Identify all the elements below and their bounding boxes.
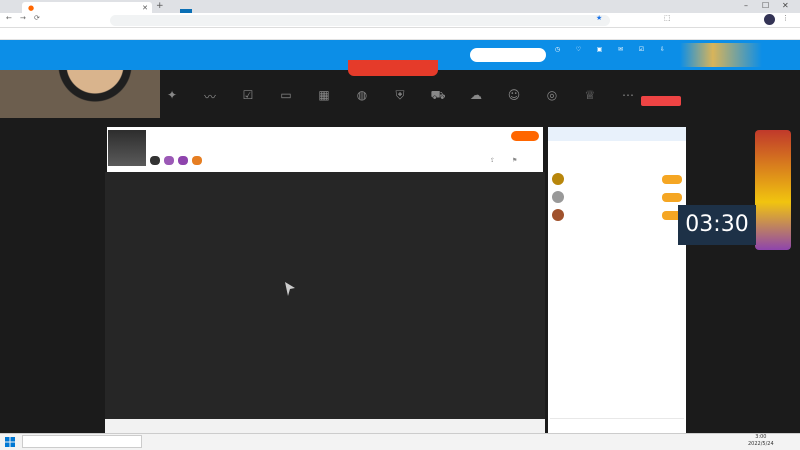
follow-icon[interactable]: ♡ [571,46,586,53]
chat-messages [552,236,682,240]
side-event-banner[interactable] [755,130,791,250]
rank-avatar [552,209,564,221]
rank-avatar [552,173,564,185]
func-item[interactable]: ▦ [312,88,336,122]
func-item[interactable]: ◍ [350,88,374,122]
func-item[interactable]: ⋯ [616,88,640,122]
rank-item[interactable] [552,170,682,188]
tag[interactable] [192,156,202,165]
bookmark-star-icon[interactable]: ★ [596,14,602,22]
message-icon[interactable]: ✉ [613,46,628,53]
func-item[interactable]: ✦ [160,88,184,122]
close-tab-icon[interactable]: ✕ [142,4,148,12]
rank-item[interactable] [552,188,682,206]
download-icon[interactable]: ⇩ [655,46,670,53]
new-tab-icon[interactable]: + [156,1,164,11]
nav-icon-group: ◷ ♡ ▣ ✉ ☑ ⇩ ✦ [550,46,691,53]
rank-badge [662,192,682,202]
loading-spinner-icon [285,282,295,296]
event-banner[interactable] [680,43,762,67]
func-item[interactable]: ☺ [502,88,526,122]
rank-list [552,170,682,224]
rank-badge [662,174,682,184]
rank-avatar [552,191,564,203]
search-input[interactable] [470,48,546,62]
taskbar-date: 2022/5/24 [748,441,774,447]
rank-item[interactable] [552,206,682,224]
timer-overlay: 03:30 [678,205,756,245]
reload-icon[interactable]: ⟳ [34,14,40,22]
windows-start-icon[interactable] [5,437,15,447]
taskbar-search-input[interactable] [22,435,142,448]
chat-header [548,127,686,141]
address-bar: ← → ⟳ ★ ⬚ ⋮ [0,13,800,28]
history-icon[interactable]: ◷ [550,46,565,53]
browser-tab[interactable]: ● ✕ [22,2,152,13]
close-window-icon[interactable]: ✕ [782,1,789,10]
bookmarks-bar [0,28,800,40]
function-row: ✦ 〰 ☑ ▭ ▦ ◍ ⛨ ⛟ ☁ ☺ ◎ ♕ ⋯ [160,88,640,122]
promo-banner[interactable] [348,60,438,76]
func-item[interactable]: ♕ [578,88,602,122]
func-item[interactable]: 〰 [198,88,222,122]
nav-menu [160,9,292,13]
share-icon[interactable]: ⇪ [490,157,495,164]
report-icon[interactable]: ⚑ [512,157,517,164]
func-item[interactable]: ▭ [274,88,298,122]
live-icon[interactable]: ▣ [592,46,607,53]
tag[interactable] [150,156,160,165]
stream-tags [150,156,202,165]
func-item[interactable]: ⛟ [426,88,450,122]
task-icon[interactable]: ☑ [634,46,649,53]
extension-icon[interactable]: ⬚ [664,14,671,22]
tag[interactable] [178,156,188,165]
follow-button[interactable] [511,131,539,141]
pc-client-button[interactable] [641,96,681,106]
nav-item-active[interactable] [180,9,192,13]
stream-info-panel [107,127,543,172]
url-input[interactable] [110,15,610,26]
tag[interactable] [164,156,174,165]
video-player[interactable] [105,172,545,419]
taskbar-clock: 3:00 2022/5/24 [748,434,774,448]
func-item[interactable]: ☁ [464,88,488,122]
forward-icon[interactable]: → [20,14,26,22]
taskbar-time: 3:00 [755,434,767,440]
back-icon[interactable]: ← [6,14,12,22]
func-item[interactable]: ⛨ [388,88,412,122]
func-item[interactable]: ☑ [236,88,260,122]
menu-icon[interactable]: ⋮ [782,14,789,22]
streamer-avatar[interactable] [108,130,146,166]
maximize-icon[interactable]: ☐ [762,1,769,10]
minimize-icon[interactable]: – [744,1,748,10]
favicon-icon: ● [28,3,35,12]
func-item[interactable]: ◎ [540,88,564,122]
profile-avatar[interactable] [764,14,775,25]
